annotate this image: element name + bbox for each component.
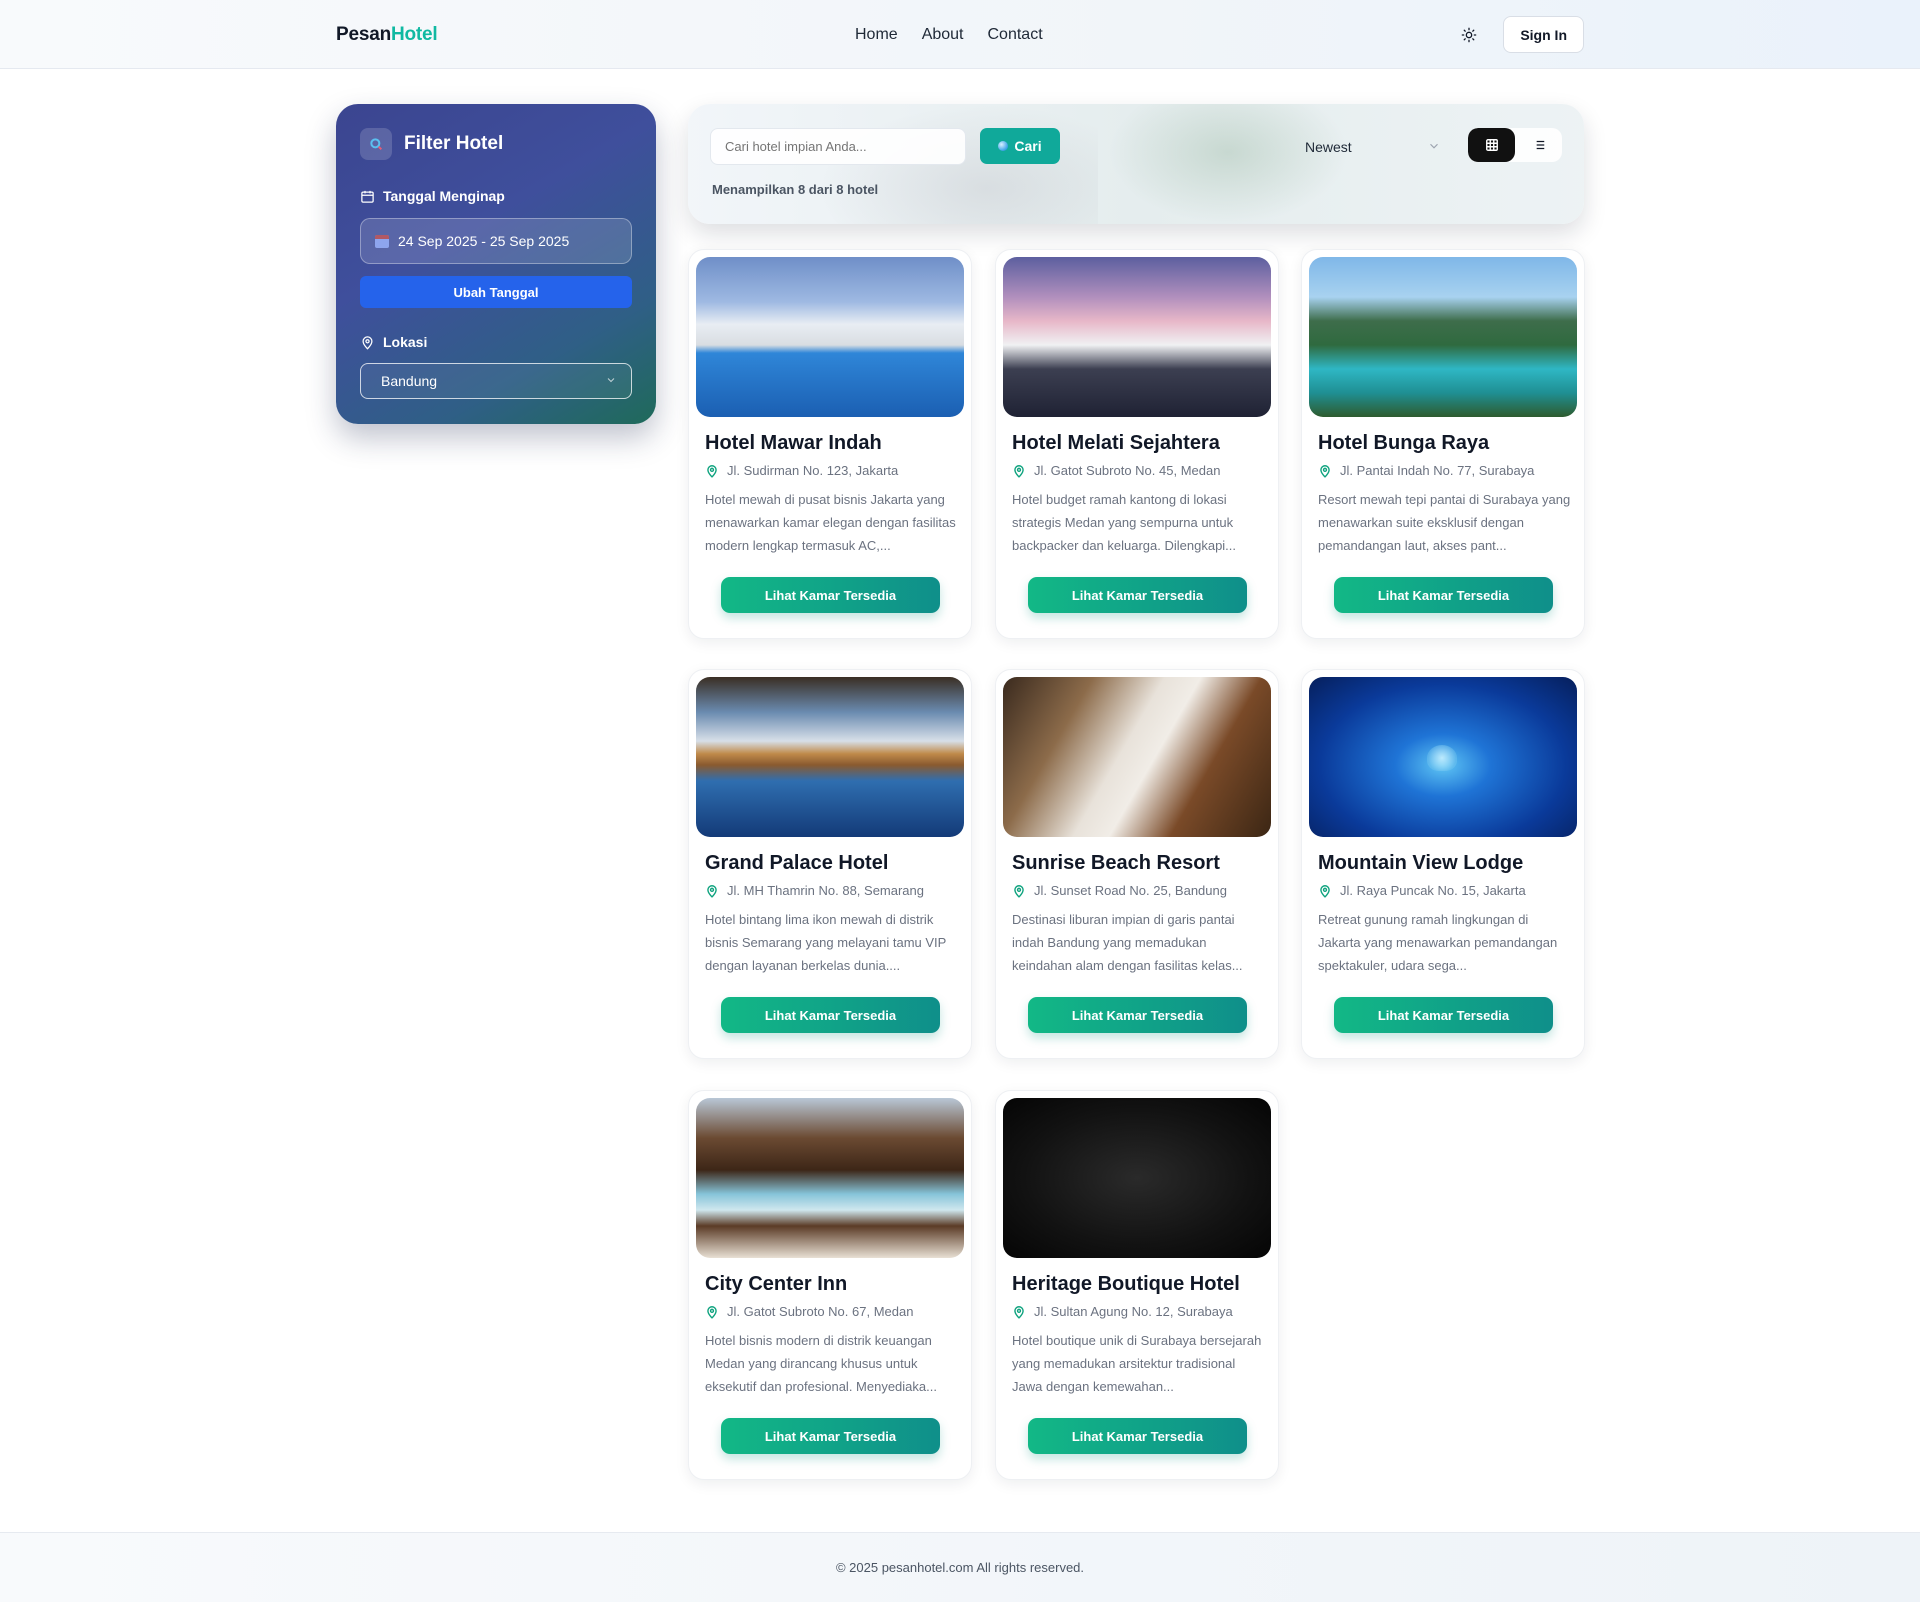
nav-about-link[interactable]: About	[922, 26, 964, 44]
hotel-image[interactable]	[1003, 1098, 1271, 1258]
hotel-name[interactable]: Hotel Melati Sejahtera	[1012, 432, 1220, 455]
date-label: Tanggal Menginap	[383, 188, 505, 204]
hotel-image[interactable]	[696, 257, 964, 417]
list-icon	[1533, 140, 1544, 150]
hotel-name[interactable]: Grand Palace Hotel	[705, 852, 888, 875]
map-pin-icon	[1014, 884, 1024, 898]
calendar-emoji-icon	[375, 234, 389, 248]
logo-text-pesan: Pesan	[336, 23, 391, 45]
map-pin-icon	[1320, 884, 1330, 898]
chevron-down-icon	[1430, 143, 1438, 149]
view-toggle	[1468, 128, 1562, 162]
sort-select[interactable]: Newest	[1305, 128, 1445, 165]
hotel-name[interactable]: City Center Inn	[705, 1273, 847, 1296]
filter-search-icon	[360, 128, 392, 160]
grid-icon	[1485, 139, 1498, 151]
hotel-address: Jl. Raya Puncak No. 15, Jakarta	[1340, 883, 1526, 898]
map-pin-icon	[1014, 464, 1024, 478]
sort-select-value: Newest	[1305, 138, 1352, 155]
date-range-field[interactable]: 24 Sep 2025 - 25 Sep 2025	[360, 218, 632, 264]
hotel-card: Mountain View Lodge Jl. Raya Puncak No. …	[1301, 669, 1585, 1059]
search-panel: Cari Newest Menampilkan 8 dari 8 hotel	[688, 104, 1584, 224]
copyright-text: © 2025 pesanhotel.com All rights reserve…	[835, 1560, 1085, 1575]
hotel-image[interactable]	[696, 1098, 964, 1258]
map-pin-icon	[707, 464, 717, 478]
calendar-icon	[361, 190, 374, 203]
hotel-name[interactable]: Hotel Bunga Raya	[1318, 432, 1489, 455]
view-rooms-button[interactable]: Lihat Kamar Tersedia	[721, 577, 940, 613]
location-pin-icon	[362, 335, 373, 350]
map-pin-icon	[1014, 1305, 1024, 1319]
hotel-address: Jl. MH Thamrin No. 88, Semarang	[727, 883, 924, 898]
hotel-description: Hotel bintang lima ikon mewah di distrik…	[705, 912, 947, 973]
nav-contact-link[interactable]: Contact	[988, 26, 1043, 44]
hotel-description: Hotel bisnis modern di distrik keuangan …	[705, 1333, 937, 1394]
hotel-name[interactable]: Mountain View Lodge	[1318, 852, 1523, 875]
hotel-description: Hotel boutique unik di Surabaya bersejar…	[1012, 1333, 1262, 1394]
logo-text-hotel: Hotel	[390, 23, 438, 45]
nav-home-link[interactable]: Home	[855, 26, 898, 44]
list-view-button[interactable]	[1515, 128, 1562, 162]
hotel-address: Jl. Sunset Road No. 25, Bandung	[1034, 883, 1227, 898]
hotel-image[interactable]	[696, 677, 964, 837]
view-rooms-button[interactable]: Lihat Kamar Tersedia	[721, 997, 940, 1033]
hotel-description: Hotel mewah di pusat bisnis Jakarta yang…	[705, 492, 956, 553]
view-rooms-button[interactable]: Lihat Kamar Tersedia	[1028, 997, 1247, 1033]
search-input[interactable]	[710, 128, 966, 165]
hotel-description: Retreat gunung ramah lingkungan di Jakar…	[1318, 912, 1558, 973]
hotel-address: Jl. Sudirman No. 123, Jakarta	[727, 463, 899, 478]
map-pin-icon	[707, 1305, 717, 1319]
hotel-card: Hotel Mawar Indah Jl. Sudirman No. 123, …	[688, 249, 972, 639]
top-navbar: PesanHotel Home About Contact Sign In	[0, 0, 1920, 69]
map-pin-icon	[1320, 464, 1330, 478]
site-footer: © 2025 pesanhotel.com All rights reserve…	[0, 1532, 1920, 1602]
hotel-card: Sunrise Beach Resort Jl. Sunset Road No.…	[995, 669, 1279, 1059]
hotel-image[interactable]	[1003, 257, 1271, 417]
search-button-label: Cari	[1014, 138, 1042, 154]
location-label: Lokasi	[383, 334, 428, 350]
hotel-name[interactable]: Sunrise Beach Resort	[1012, 852, 1220, 875]
filter-title: Filter Hotel	[404, 133, 504, 154]
hotel-description: Hotel budget ramah kantong di lokasi str…	[1012, 492, 1237, 553]
site-logo[interactable]: PesanHotel	[336, 24, 438, 46]
result-count-text: Menampilkan 8 dari 8 hotel	[712, 182, 879, 197]
sign-in-button[interactable]: Sign In	[1503, 16, 1584, 53]
view-rooms-button[interactable]: Lihat Kamar Tersedia	[1334, 577, 1553, 613]
hotel-card: Hotel Melati Sejahtera Jl. Gatot Subroto…	[995, 249, 1279, 639]
view-rooms-button[interactable]: Lihat Kamar Tersedia	[1028, 1418, 1247, 1454]
search-dot-icon	[998, 141, 1009, 151]
date-range-value: 24 Sep 2025 - 25 Sep 2025	[398, 233, 570, 249]
change-date-button[interactable]: Ubah Tanggal	[360, 276, 632, 308]
view-rooms-button[interactable]: Lihat Kamar Tersedia	[721, 1418, 940, 1454]
filter-sidebar: Filter Hotel Tanggal Menginap 24 Sep 202…	[336, 104, 656, 424]
grid-view-button[interactable]	[1468, 128, 1515, 162]
map-pin-icon	[707, 884, 717, 898]
search-button[interactable]: Cari	[980, 128, 1060, 164]
hotel-address: Jl. Pantai Indah No. 77, Surabaya	[1340, 463, 1535, 478]
location-select-value: Bandung	[381, 373, 438, 389]
location-select[interactable]: Bandung	[360, 363, 632, 399]
hotel-address: Jl. Sultan Agung No. 12, Surabaya	[1034, 1304, 1233, 1319]
hotel-image[interactable]	[1003, 677, 1271, 837]
chevron-down-icon	[607, 378, 615, 383]
theme-toggle-button[interactable]	[1457, 23, 1481, 47]
view-rooms-button[interactable]: Lihat Kamar Tersedia	[1334, 997, 1553, 1033]
view-rooms-button[interactable]: Lihat Kamar Tersedia	[1028, 577, 1247, 613]
hotel-name[interactable]: Heritage Boutique Hotel	[1012, 1273, 1240, 1296]
hotel-address: Jl. Gatot Subroto No. 45, Medan	[1034, 463, 1221, 478]
hotel-description: Destinasi liburan impian di garis pantai…	[1012, 912, 1243, 973]
main-nav: Home About Contact	[855, 26, 1043, 44]
hotel-address: Jl. Gatot Subroto No. 67, Medan	[727, 1304, 914, 1319]
hotel-image[interactable]	[1309, 257, 1577, 417]
hotel-card: Grand Palace Hotel Jl. MH Thamrin No. 88…	[688, 669, 972, 1059]
hotel-description: Resort mewah tepi pantai di Surabaya yan…	[1318, 492, 1571, 553]
hotel-card: Heritage Boutique Hotel Jl. Sultan Agung…	[995, 1090, 1279, 1480]
hotel-name[interactable]: Hotel Mawar Indah	[705, 432, 882, 455]
sun-icon	[1461, 27, 1477, 42]
hotel-card: Hotel Bunga Raya Jl. Pantai Indah No. 77…	[1301, 249, 1585, 639]
hotel-image[interactable]	[1309, 677, 1577, 837]
hotel-card: City Center Inn Jl. Gatot Subroto No. 67…	[688, 1090, 972, 1480]
jellyfish-shape	[1427, 745, 1457, 771]
